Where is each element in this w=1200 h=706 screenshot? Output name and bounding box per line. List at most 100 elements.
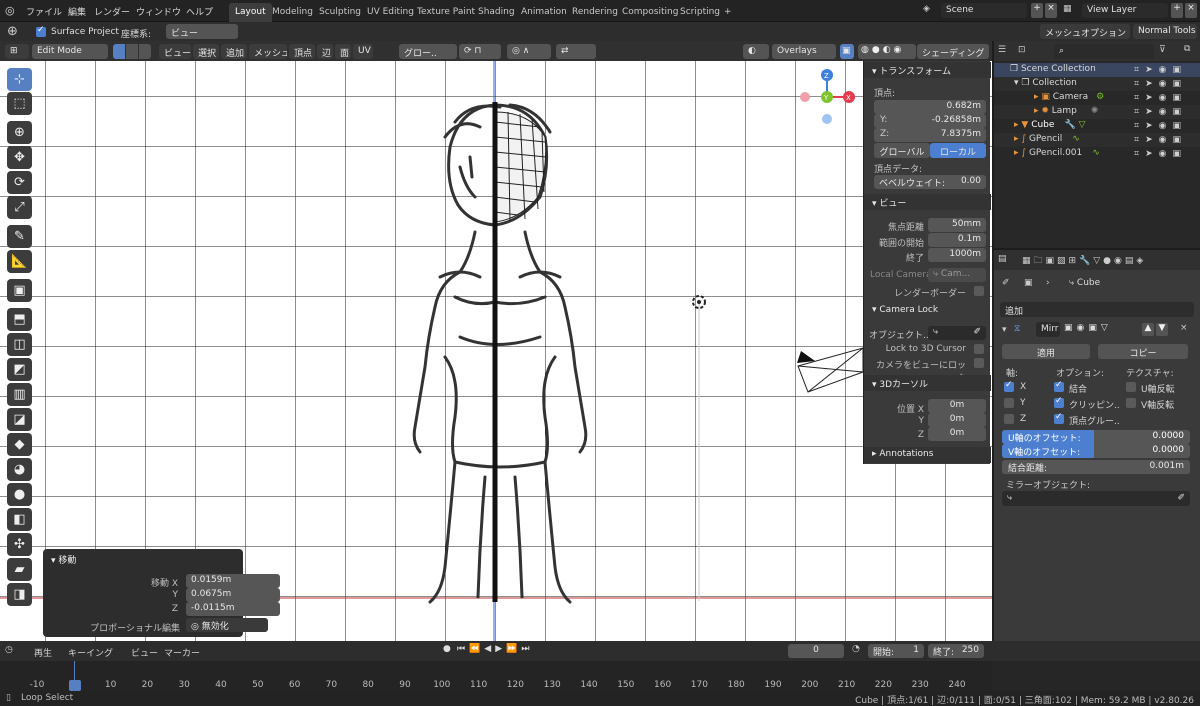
- shading-dropdown[interactable]: シェーディング: [917, 44, 989, 59]
- mesh-data-icon[interactable]: ▽: [1076, 120, 1086, 130]
- xray-icon[interactable]: ▣: [840, 44, 854, 59]
- tab-texture-paint[interactable]: Texture Paint: [411, 3, 481, 22]
- modifier-expand-icon[interactable]: ▾: [1002, 325, 1007, 335]
- cursor-tool-icon[interactable]: ⊕: [7, 121, 32, 144]
- menu-uv[interactable]: UV: [353, 44, 373, 59]
- merge-checkbox[interactable]: [1054, 380, 1064, 392]
- bevel-tool-icon[interactable]: ◩: [7, 358, 32, 381]
- menu-add[interactable]: 追加: [221, 44, 247, 59]
- lock-cursor-checkbox[interactable]: [974, 344, 984, 354]
- gpencil-001-data-icon[interactable]: ∿: [1092, 148, 1100, 158]
- annotate-tool-icon[interactable]: ✎: [7, 225, 32, 248]
- vertex-select-icon[interactable]: [113, 44, 125, 59]
- local-button[interactable]: ローカル: [930, 143, 986, 158]
- tab-sculpting[interactable]: Sculpting: [313, 3, 367, 22]
- copy-button[interactable]: コピー: [1098, 344, 1188, 359]
- lock-camera-checkbox[interactable]: [974, 358, 984, 368]
- scene-icon[interactable]: ◈: [923, 4, 930, 14]
- visibility-icon[interactable]: ◐: [743, 44, 769, 59]
- delete-scene-button[interactable]: ×: [1045, 3, 1057, 18]
- properties-tabs[interactable]: ▦🗀▣▧⊞🔧▽●◉▤◈: [1022, 253, 1146, 269]
- menu-window[interactable]: ウィンドウ: [136, 5, 181, 18]
- menu-mesh[interactable]: メッシュ: [249, 44, 287, 59]
- transform-panel-header[interactable]: ▾ トランスフォーム: [864, 62, 991, 78]
- proportional-dropdown[interactable]: ◎ 無効化: [186, 618, 268, 632]
- new-collection-icon[interactable]: ⧉: [1184, 44, 1190, 54]
- smooth-tool-icon[interactable]: ●: [7, 483, 32, 506]
- surface-project-checkbox[interactable]: [36, 25, 46, 37]
- v-offset-slider[interactable]: V軸のオフセット: 0.0000: [1002, 444, 1190, 458]
- menu-render[interactable]: レンダー: [94, 5, 130, 18]
- 3d-cursor-icon[interactable]: [689, 292, 709, 312]
- mesh-options-dropdown[interactable]: メッシュオプション: [1040, 24, 1130, 39]
- proportional-edit-icon[interactable]: ◎ ∧: [507, 44, 551, 59]
- focal-length-field[interactable]: 50mm: [928, 218, 986, 232]
- clip-start-field[interactable]: 0.1m: [928, 233, 986, 247]
- clock-icon[interactable]: ◔: [852, 644, 860, 654]
- menu-face[interactable]: 面: [335, 44, 351, 59]
- annotations-panel-header[interactable]: ▸ Annotations: [864, 447, 991, 463]
- filter-icon[interactable]: ⊽: [1159, 45, 1166, 55]
- add-scene-button[interactable]: +: [1031, 3, 1043, 18]
- lamp-data-icon[interactable]: ✺: [1091, 106, 1099, 116]
- outliner-editor-icon[interactable]: ☰: [998, 45, 1006, 55]
- bevel-weight-field[interactable]: ベベルウェイト: 0.00: [874, 175, 986, 189]
- op-panel-title[interactable]: ▾ 移動: [51, 553, 76, 566]
- menu-file[interactable]: ファイル: [26, 5, 62, 18]
- axis-x-checkbox[interactable]: [1004, 380, 1014, 392]
- tab-animation[interactable]: Animation: [515, 3, 573, 22]
- editor-type-icon[interactable]: ⊞: [5, 44, 29, 59]
- cursor-x-field[interactable]: 0m: [928, 399, 986, 413]
- local-camera-field[interactable]: ⤷ Cam...: [928, 268, 986, 282]
- overlays-dropdown[interactable]: Overlays: [772, 44, 836, 59]
- shrink-fatten-tool-icon[interactable]: ✣: [7, 533, 32, 556]
- vertex-groups-checkbox[interactable]: [1054, 412, 1064, 424]
- timeline-editor-icon[interactable]: ◷: [5, 645, 13, 655]
- add-cube-tool-icon[interactable]: ▣: [7, 279, 32, 302]
- view-layer-icon[interactable]: ▦: [1063, 4, 1072, 14]
- blender-logo-icon[interactable]: ◎: [5, 4, 15, 17]
- global-button[interactable]: グローバル: [874, 143, 930, 158]
- tool-cursor-icon[interactable]: ⊕: [7, 24, 23, 39]
- inset-tool-icon[interactable]: ◫: [7, 333, 32, 356]
- remove-modifier-icon[interactable]: ×: [1180, 323, 1188, 333]
- cursor-z-field[interactable]: 0m: [928, 427, 986, 441]
- knife-tool-icon[interactable]: ◪: [7, 408, 32, 431]
- menu-edge[interactable]: 辺: [317, 44, 333, 59]
- add-workspace-button[interactable]: +: [718, 3, 738, 22]
- vertex-x-field[interactable]: 0.682m: [874, 100, 986, 114]
- playhead-handle[interactable]: [69, 680, 81, 691]
- render-border-checkbox[interactable]: [974, 286, 984, 296]
- object-context-icon[interactable]: ▣: [1024, 278, 1033, 288]
- loop-cut-tool-icon[interactable]: ▥: [7, 383, 32, 406]
- edge-select-icon[interactable]: [126, 44, 138, 59]
- move-y-field[interactable]: 0.0675m: [186, 588, 280, 602]
- restriction-toggles[interactable]: ⌗➤◉▣ ⌗➤◉▣ ⌗➤◉▣ ⌗➤◉▣ ⌗➤◉▣ ⌗➤◉▣ ⌗➤◉▣: [1134, 63, 1200, 161]
- u-offset-slider[interactable]: U軸のオフセット: 0.0000: [1002, 430, 1190, 444]
- camera-lock-header[interactable]: ▾ Camera Lock: [864, 303, 991, 319]
- mirror-object-field[interactable]: ⤷ ✐: [1002, 491, 1190, 506]
- tab-modeling[interactable]: Modeling: [266, 3, 319, 22]
- menu-playback[interactable]: 再生: [34, 646, 52, 659]
- measure-tool-icon[interactable]: 📐: [7, 250, 32, 273]
- scale-tool-icon[interactable]: ⤢: [7, 196, 32, 219]
- menu-select[interactable]: 選択: [193, 44, 219, 59]
- camera-data-icon[interactable]: ⚙: [1096, 92, 1104, 102]
- edge-slide-tool-icon[interactable]: ◧: [7, 508, 32, 531]
- rotate-tool-icon[interactable]: ⟳: [7, 171, 32, 194]
- current-frame-field[interactable]: 0: [788, 644, 844, 658]
- menu-view[interactable]: ビュー: [159, 44, 191, 59]
- view-layer-field[interactable]: View Layer: [1082, 3, 1168, 18]
- menu-vertex[interactable]: 頂点: [289, 44, 315, 59]
- vertex-z-field[interactable]: 7.8375m: [874, 128, 986, 142]
- menu-keying[interactable]: キーイング: [68, 646, 113, 659]
- apply-button[interactable]: 適用: [1002, 344, 1090, 359]
- axis-z-checkbox[interactable]: [1004, 414, 1014, 424]
- merge-distance-field[interactable]: 結合距離: 0.001m: [1002, 460, 1190, 474]
- outliner-search-input[interactable]: ⌕: [1054, 44, 1154, 59]
- view-panel-header[interactable]: ▾ ビュー: [864, 194, 991, 210]
- gpencil-data-icon[interactable]: ∿: [1072, 134, 1080, 144]
- poly-build-tool-icon[interactable]: ◆: [7, 433, 32, 456]
- transform-orientation-dropdown[interactable]: グロー..: [399, 44, 457, 59]
- move-x-field[interactable]: 0.0159m: [186, 574, 280, 588]
